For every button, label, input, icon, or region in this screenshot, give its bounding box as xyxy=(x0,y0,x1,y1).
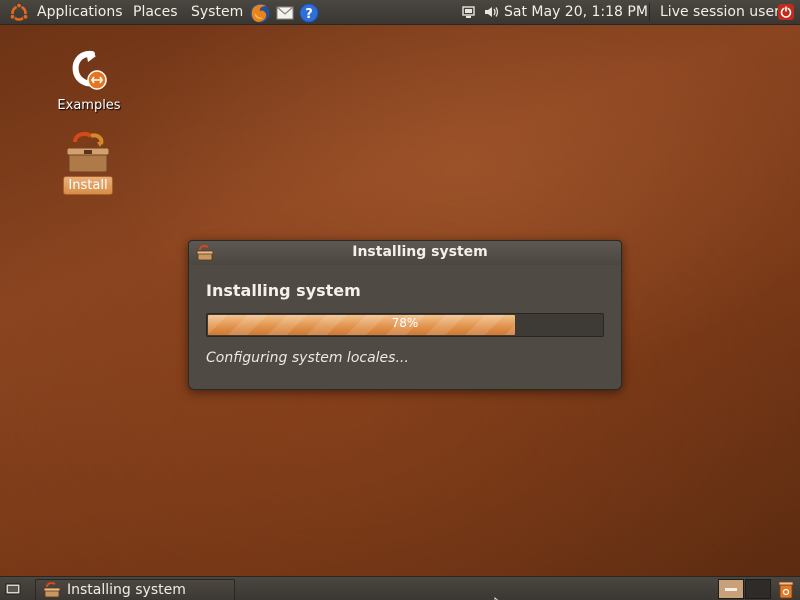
desktop-icon-label: Examples xyxy=(57,98,121,113)
svg-text:?: ? xyxy=(305,7,313,22)
desktop-icon-label: Install xyxy=(63,176,113,195)
menu-applications[interactable]: Applications xyxy=(37,3,123,21)
menu-system[interactable]: System xyxy=(191,3,243,21)
progress-bar: 78% xyxy=(206,313,604,337)
panel-separator xyxy=(649,3,650,21)
workspace-1[interactable] xyxy=(718,579,744,599)
examples-icon xyxy=(47,48,131,94)
installer-task-icon xyxy=(43,581,61,599)
status-text: Configuring system locales... xyxy=(206,350,409,366)
network-icon[interactable] xyxy=(459,2,479,22)
progress-percentage: 78% xyxy=(391,316,419,330)
mouse-cursor xyxy=(494,592,504,600)
dialog-titlebar[interactable]: Installing system xyxy=(189,241,621,265)
volume-icon[interactable] xyxy=(481,2,501,22)
top-panel: Applications Places System ? Sat May 20,… xyxy=(0,0,800,25)
desktop-icon-examples[interactable]: Examples xyxy=(47,48,131,114)
menu-places[interactable]: Places xyxy=(133,3,178,21)
power-icon[interactable] xyxy=(776,2,796,22)
trash-icon[interactable] xyxy=(776,579,796,599)
installer-dialog: Installing system Installing system 78% … xyxy=(188,240,622,390)
desktop-icon-install[interactable]: Install xyxy=(46,130,130,195)
mail-icon[interactable] xyxy=(274,2,294,22)
workspace-switcher-icon[interactable] xyxy=(718,579,772,599)
show-desktop-icon[interactable] xyxy=(4,580,22,598)
user-menu[interactable]: Live session user xyxy=(660,3,780,21)
taskbar-button-installer[interactable]: Installing system xyxy=(35,579,235,600)
dialog-heading: Installing system xyxy=(206,281,361,300)
workspace-2[interactable] xyxy=(745,579,771,599)
install-icon xyxy=(46,130,130,174)
ubuntu-logo-icon[interactable] xyxy=(8,2,29,22)
clock[interactable]: Sat May 20, 1:18 PM xyxy=(504,3,648,21)
dialog-title: Installing system xyxy=(352,244,488,260)
bottom-panel: Installing system xyxy=(0,576,800,600)
taskbar-label: Installing system xyxy=(67,582,186,598)
help-icon[interactable]: ? xyxy=(298,2,319,23)
firefox-icon[interactable] xyxy=(249,2,270,23)
